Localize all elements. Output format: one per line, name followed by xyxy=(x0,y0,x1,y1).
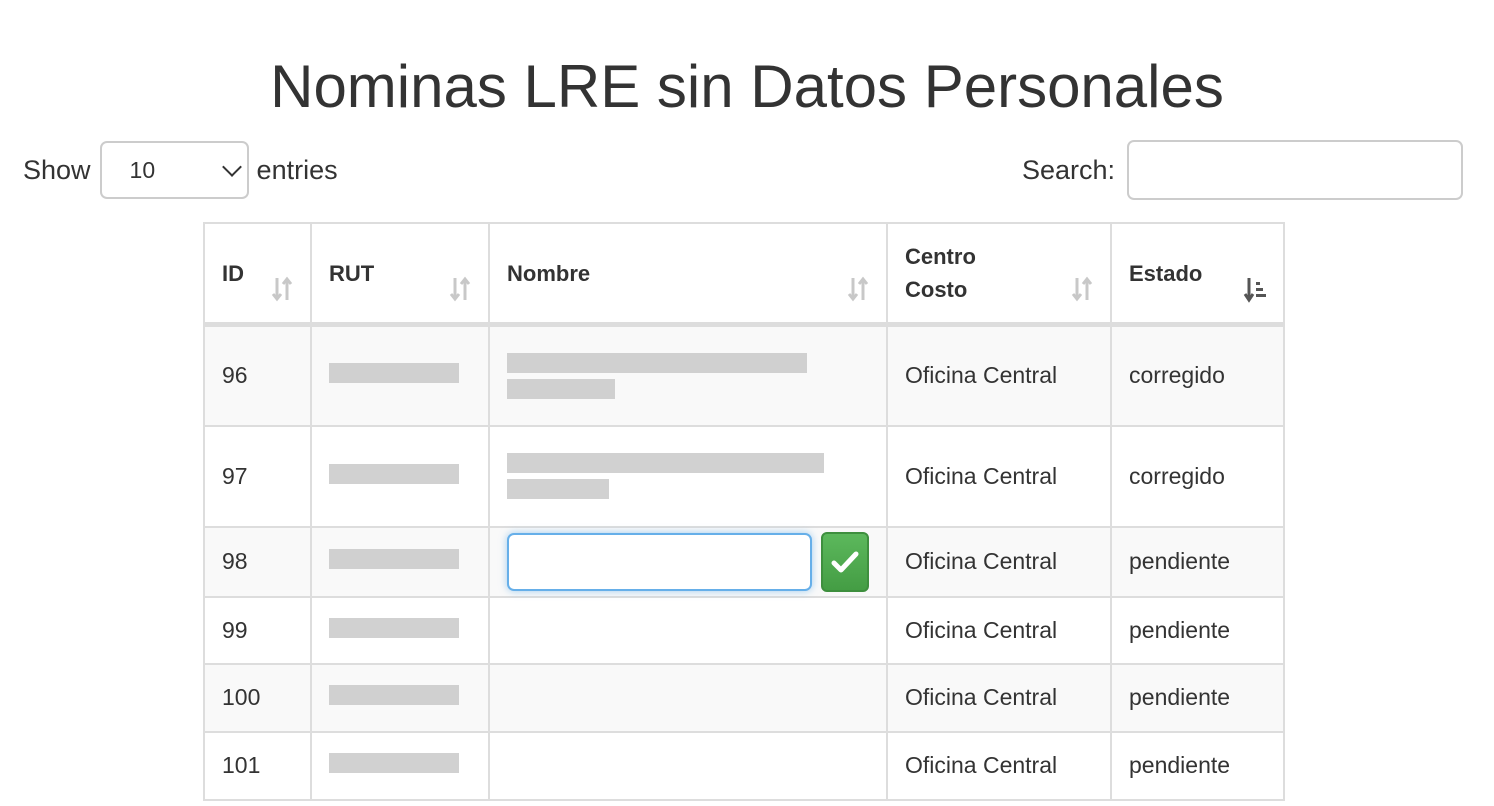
cell-id: 100 xyxy=(203,662,312,733)
nombre-edit-input[interactable] xyxy=(507,532,813,591)
table-row[interactable]: 101 Oficina Central pendiente xyxy=(203,730,1285,801)
column-header-estado[interactable]: Estado xyxy=(1110,222,1285,327)
cell-estado: pendiente xyxy=(1110,662,1285,733)
confirm-nombre-button[interactable] xyxy=(821,531,869,592)
column-header-label: Centro xyxy=(905,244,976,269)
redacted-name-line xyxy=(507,479,869,499)
search-label: Search: xyxy=(1021,154,1115,185)
entries-length-control: Show 10 entries xyxy=(23,140,338,200)
page-title: Nominas LRE sin Datos Personales xyxy=(270,53,1224,120)
redacted-rut xyxy=(329,549,459,569)
column-header-centro-costo[interactable]: Centro Costo xyxy=(886,222,1112,327)
cell-rut xyxy=(310,595,490,665)
column-header-label: Estado xyxy=(1129,260,1203,286)
table-header-row: ID RUT Nombre Centro Costo Estado xyxy=(203,222,1285,327)
sort-ascending-icon xyxy=(1243,278,1266,303)
cell-nombre-editing xyxy=(488,525,888,598)
redacted-rut xyxy=(329,463,459,484)
redacted-name-line xyxy=(507,352,869,373)
cell-nombre xyxy=(488,424,888,528)
chevron-down-icon xyxy=(221,157,242,177)
cell-estado: pendiente xyxy=(1110,730,1285,801)
redacted-rut xyxy=(329,685,459,705)
checkmark-icon xyxy=(831,551,859,572)
cell-rut xyxy=(310,424,490,528)
cell-centro-costo: Oficina Central xyxy=(886,730,1112,801)
column-header-label: Costo xyxy=(905,277,968,302)
redacted-rut xyxy=(329,753,459,773)
cell-nombre xyxy=(488,730,888,801)
cell-rut xyxy=(310,323,490,427)
column-header-label: ID xyxy=(222,260,244,286)
cell-id: 101 xyxy=(203,730,312,801)
cell-centro-costo: Oficina Central xyxy=(886,525,1112,598)
cell-rut xyxy=(310,525,490,598)
column-header-rut[interactable]: RUT xyxy=(310,222,490,327)
sort-both-icon xyxy=(449,276,471,302)
cell-rut xyxy=(310,730,490,801)
nominas-table: ID RUT Nombre Centro Costo Estado 96 Ofi… xyxy=(203,222,1285,801)
sort-both-icon xyxy=(1071,276,1093,302)
column-header-label: Nombre xyxy=(507,260,591,286)
cell-nombre xyxy=(488,323,888,427)
table-row[interactable]: 98 Oficina Central pendiente xyxy=(203,525,1285,598)
cell-centro-costo: Oficina Central xyxy=(886,424,1112,528)
cell-estado: corregido xyxy=(1110,424,1285,528)
redacted-rut xyxy=(329,363,459,384)
cell-centro-costo: Oficina Central xyxy=(886,595,1112,665)
cell-estado: corregido xyxy=(1110,323,1285,427)
cell-nombre xyxy=(488,595,888,665)
entries-select-value: 10 xyxy=(129,156,156,183)
table-row[interactable]: 99 Oficina Central pendiente xyxy=(203,595,1285,665)
column-header-label: RUT xyxy=(329,260,375,286)
redacted-name-line xyxy=(507,378,869,399)
search-input[interactable] xyxy=(1127,140,1463,200)
table-row[interactable]: 97 Oficina Central corregido xyxy=(203,424,1285,528)
cell-centro-costo: Oficina Central xyxy=(886,323,1112,427)
cell-id: 97 xyxy=(203,424,312,528)
sort-both-icon xyxy=(271,276,293,302)
cell-nombre xyxy=(488,662,888,733)
cell-centro-costo: Oficina Central xyxy=(886,662,1112,733)
table-row[interactable]: 96 Oficina Central corregido xyxy=(203,323,1285,427)
cell-id: 98 xyxy=(203,525,312,598)
cell-estado: pendiente xyxy=(1110,595,1285,665)
search-control: Search: xyxy=(1022,140,1463,200)
redacted-name-line xyxy=(507,453,869,473)
redacted-rut xyxy=(329,617,459,638)
cell-id: 96 xyxy=(203,323,312,427)
column-header-id[interactable]: ID xyxy=(203,222,312,327)
table-row[interactable]: 100 Oficina Central pendiente xyxy=(203,662,1285,733)
entries-label: entries xyxy=(256,154,338,185)
sort-both-icon xyxy=(847,276,869,302)
show-label: Show xyxy=(23,154,91,185)
cell-id: 99 xyxy=(203,595,312,665)
entries-select[interactable]: 10 xyxy=(99,141,249,199)
cell-estado: pendiente xyxy=(1110,525,1285,598)
column-header-nombre[interactable]: Nombre xyxy=(488,222,888,327)
cell-rut xyxy=(310,662,490,733)
